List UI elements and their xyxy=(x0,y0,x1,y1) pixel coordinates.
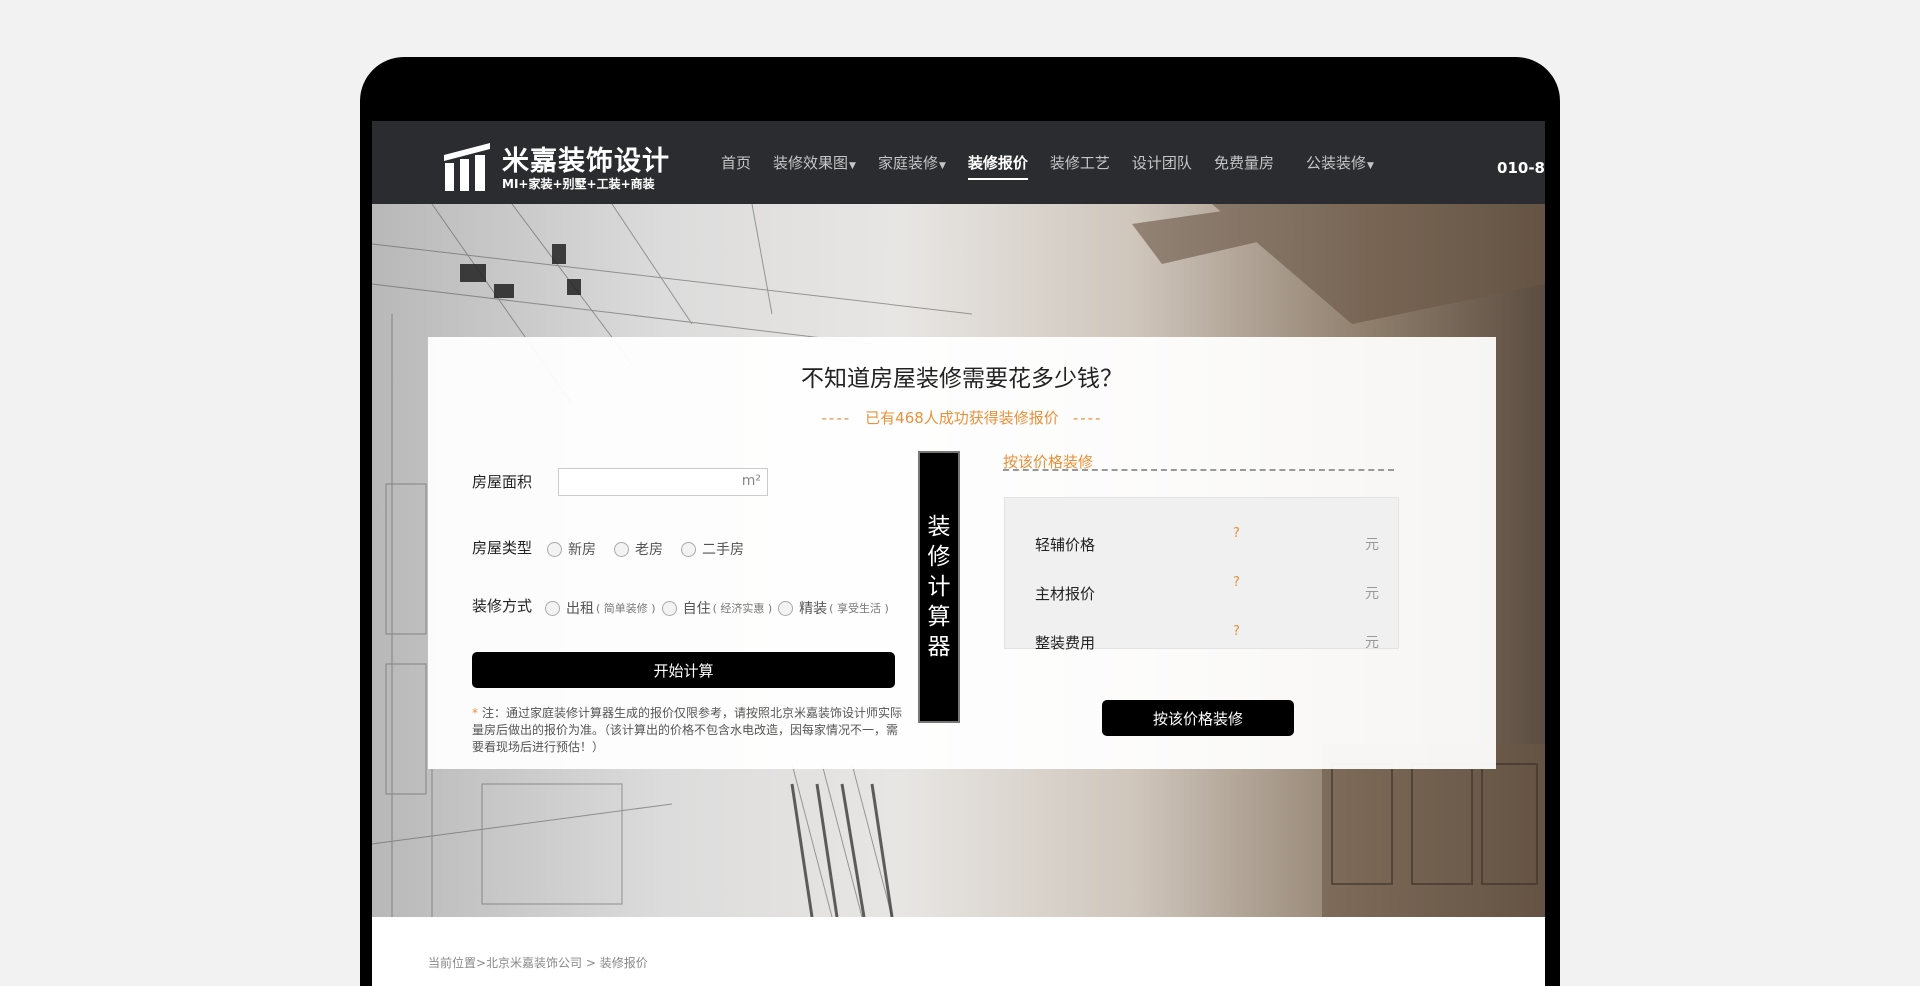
area-input-box: m² xyxy=(558,468,768,496)
logo-tagline: MI+家装+别墅+工装+商装 xyxy=(502,177,655,191)
site-header: 米嘉装饰设计 MI+家装+别墅+工装+商装 首页 装修效果图▼ 家庭装修▼ 装修… xyxy=(372,121,1545,204)
nav-design-team[interactable]: 设计团队 xyxy=(1132,152,1192,173)
quote-calculator-card: 不知道房屋装修需要花多少钱？ ---- 已有468人成功获得装修报价 ---- 房屋… xyxy=(428,337,1496,769)
nav-quote[interactable]: 装修报价 xyxy=(967,152,1028,180)
caret-down-icon: ▼ xyxy=(938,161,946,171)
results-heading: 按该价格装修 xyxy=(1003,451,1394,471)
calculator-disclaimer: * 注：通过家庭装修计算器生成的报价仅限参考，请按照北京米嘉装饰设计师实际量房后做… xyxy=(472,706,903,754)
caret-down-icon: ▼ xyxy=(849,161,856,171)
start-calculation-button[interactable]: 开始计算 xyxy=(472,652,895,688)
phone-number: 010-8 xyxy=(1497,159,1545,177)
area-input[interactable] xyxy=(559,469,729,495)
decor-mode-options: 出租( 简单装修 ) 自住( 经济实惠 ) 精装( 享受生活 ) xyxy=(545,598,895,618)
logo-mark-icon xyxy=(444,143,490,191)
result-row: 主材报价 ? 元 xyxy=(1035,575,1379,603)
nav-craft[interactable]: 装修工艺 xyxy=(1050,152,1110,173)
calculator-subtitle-text: 已有468人成功获得装修报价 xyxy=(865,409,1059,427)
hero-banner: 不知道房屋装修需要花多少钱？ ---- 已有468人成功获得装修报价 ---- 房屋… xyxy=(372,204,1545,917)
result-row: 轻辅价格 ? 元 xyxy=(1035,526,1379,554)
logo-name: 米嘉装饰设计 xyxy=(502,146,670,177)
calculator-vertical-label: 装 修 计 算 器 xyxy=(918,451,960,723)
nav-commercial[interactable]: 公装装修▼ xyxy=(1306,152,1374,173)
area-label: 房屋面积 xyxy=(472,473,533,491)
calculator-title: 不知道房屋装修需要花多少钱？ xyxy=(801,366,1123,392)
decor-mode-label: 装修方式 xyxy=(472,597,533,615)
radio-second-hand-house[interactable] xyxy=(681,541,696,557)
nav-effect-gallery[interactable]: 装修效果图▼ xyxy=(773,152,856,173)
browser-viewport: 米嘉装饰设计 MI+家装+别墅+工装+商装 首页 装修效果图▼ 家庭装修▼ 装修… xyxy=(372,121,1545,986)
radio-new-house[interactable] xyxy=(547,541,562,557)
decorate-at-price-button[interactable]: 按该价格装修 xyxy=(1102,700,1294,736)
calculator-subtitle: ---- 已有468人成功获得装修报价 ---- xyxy=(821,409,1103,427)
breadcrumb[interactable]: 当前位置>北京米嘉装饰公司 > 装修报价 xyxy=(428,954,648,971)
house-type-options: 新房 老房 二手房 xyxy=(547,539,762,559)
nav-home-decoration[interactable]: 家庭装修▼ xyxy=(878,152,946,173)
radio-rent[interactable] xyxy=(545,600,560,616)
nav-home[interactable]: 首页 xyxy=(721,152,751,173)
radio-refined[interactable] xyxy=(778,600,794,616)
main-nav: 首页 装修效果图▼ 家庭装修▼ 装修报价 装修工艺 设计团队 免费量房 公装装修… xyxy=(721,121,1396,204)
site-logo[interactable]: 米嘉装饰设计 MI+家装+别墅+工装+商装 xyxy=(442,139,669,195)
result-row: 整装费用 ? 元 xyxy=(1035,624,1379,652)
results-panel: 轻辅价格 ? 元 主材报价 ? 元 整装费用 ? 元 xyxy=(1004,497,1399,652)
nav-free-measure[interactable]: 免费量房 xyxy=(1214,152,1274,173)
radio-self-use[interactable] xyxy=(661,600,677,616)
radio-old-house[interactable] xyxy=(614,541,629,557)
area-unit: m² xyxy=(741,473,761,489)
house-type-label: 房屋类型 xyxy=(472,539,533,557)
caret-down-icon: ▼ xyxy=(1366,161,1374,171)
